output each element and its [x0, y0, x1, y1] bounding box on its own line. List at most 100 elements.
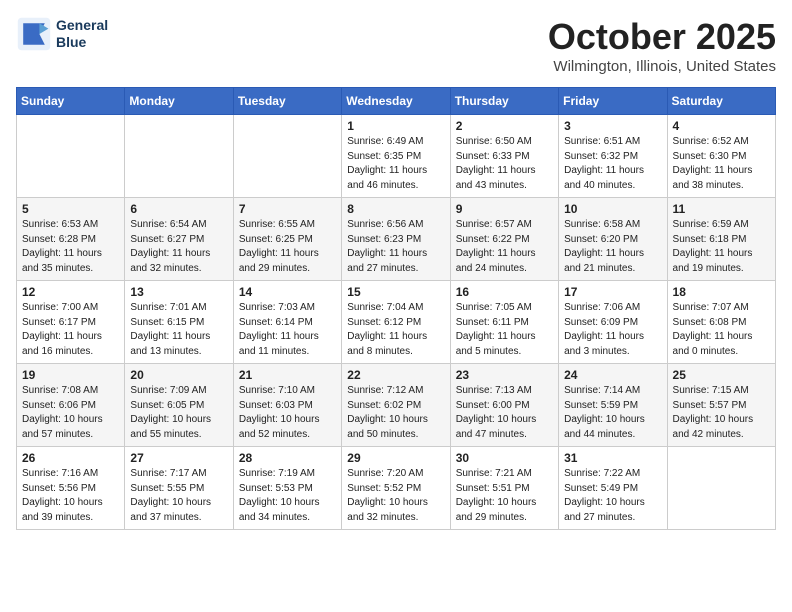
- day-cell: 24 Sunrise: 7:14 AM Sunset: 5:59 PM Dayli…: [559, 364, 667, 447]
- day-number: 4: [673, 119, 770, 133]
- day-cell: 1 Sunrise: 6:49 AM Sunset: 6:35 PM Daylig…: [342, 115, 450, 198]
- weekday-header-wednesday: Wednesday: [342, 88, 450, 115]
- day-cell: 14 Sunrise: 7:03 AM Sunset: 6:14 PM Dayli…: [233, 281, 341, 364]
- title-block: October 2025 Wilmington, Illinois, Unite…: [548, 16, 776, 75]
- day-info: Sunrise: 7:16 AM Sunset: 5:56 PM Dayligh…: [22, 467, 119, 525]
- weekday-header-friday: Friday: [559, 88, 667, 115]
- week-row-3: 12 Sunrise: 7:00 AM Sunset: 6:17 PM Dayli…: [17, 281, 776, 364]
- day-info: Sunrise: 6:56 AM Sunset: 6:23 PM Dayligh…: [347, 218, 444, 276]
- day-number: 11: [673, 202, 770, 216]
- weekday-header-sunday: Sunday: [17, 88, 125, 115]
- location: Wilmington, Illinois, United States: [548, 58, 776, 75]
- day-cell: [233, 115, 341, 198]
- day-info: Sunrise: 7:00 AM Sunset: 6:17 PM Dayligh…: [22, 301, 119, 359]
- day-info: Sunrise: 6:49 AM Sunset: 6:35 PM Dayligh…: [347, 135, 444, 193]
- day-cell: 30 Sunrise: 7:21 AM Sunset: 5:51 PM Dayli…: [450, 447, 558, 530]
- logo-icon: [16, 16, 52, 52]
- day-cell: 13 Sunrise: 7:01 AM Sunset: 6:15 PM Dayli…: [125, 281, 233, 364]
- day-info: Sunrise: 7:22 AM Sunset: 5:49 PM Dayligh…: [564, 467, 661, 525]
- day-cell: 4 Sunrise: 6:52 AM Sunset: 6:30 PM Daylig…: [667, 115, 775, 198]
- day-number: 21: [239, 368, 336, 382]
- day-number: 17: [564, 285, 661, 299]
- day-number: 20: [130, 368, 227, 382]
- day-info: Sunrise: 7:03 AM Sunset: 6:14 PM Dayligh…: [239, 301, 336, 359]
- logo-line2: Blue: [56, 34, 108, 51]
- day-cell: [667, 447, 775, 530]
- day-number: 13: [130, 285, 227, 299]
- day-info: Sunrise: 7:19 AM Sunset: 5:53 PM Dayligh…: [239, 467, 336, 525]
- day-cell: 7Sunrise: 6:55 AM Sunset: 6:25 PM Daylig…: [233, 198, 341, 281]
- day-cell: 3Sunrise: 6:51 AM Sunset: 6:32 PM Daylig…: [559, 115, 667, 198]
- day-info: Sunrise: 6:52 AM Sunset: 6:30 PM Dayligh…: [673, 135, 770, 193]
- week-row-4: 19 Sunrise: 7:08 AM Sunset: 6:06 PM Dayli…: [17, 364, 776, 447]
- day-cell: 8 Sunrise: 6:56 AM Sunset: 6:23 PM Daylig…: [342, 198, 450, 281]
- weekday-header-monday: Monday: [125, 88, 233, 115]
- day-info: Sunrise: 7:06 AM Sunset: 6:09 PM Dayligh…: [564, 301, 661, 359]
- day-cell: 10Sunrise: 6:58 AM Sunset: 6:20 PM Dayli…: [559, 198, 667, 281]
- day-info: Sunrise: 7:08 AM Sunset: 6:06 PM Dayligh…: [22, 384, 119, 442]
- day-cell: 5 Sunrise: 6:53 AM Sunset: 6:28 PM Daylig…: [17, 198, 125, 281]
- day-number: 8: [347, 202, 444, 216]
- day-number: 6: [130, 202, 227, 216]
- day-number: 24: [564, 368, 661, 382]
- weekday-header-thursday: Thursday: [450, 88, 558, 115]
- day-cell: 11 Sunrise: 6:59 AM Sunset: 6:18 PM Dayli…: [667, 198, 775, 281]
- day-number: 18: [673, 285, 770, 299]
- day-number: 29: [347, 451, 444, 465]
- day-cell: 16 Sunrise: 7:05 AM Sunset: 6:11 PM Dayli…: [450, 281, 558, 364]
- day-cell: 18 Sunrise: 7:07 AM Sunset: 6:08 PM Dayli…: [667, 281, 775, 364]
- week-row-1: 1 Sunrise: 6:49 AM Sunset: 6:35 PM Daylig…: [17, 115, 776, 198]
- day-number: 23: [456, 368, 553, 382]
- day-number: 26: [22, 451, 119, 465]
- day-info: Sunrise: 7:10 AM Sunset: 6:03 PM Dayligh…: [239, 384, 336, 442]
- day-info: Sunrise: 6:50 AM Sunset: 6:33 PM Dayligh…: [456, 135, 553, 193]
- day-cell: 20Sunrise: 7:09 AM Sunset: 6:05 PM Dayli…: [125, 364, 233, 447]
- day-info: Sunrise: 7:01 AM Sunset: 6:15 PM Dayligh…: [130, 301, 227, 359]
- day-number: 19: [22, 368, 119, 382]
- calendar-table: SundayMondayTuesdayWednesdayThursdayFrid…: [16, 87, 776, 530]
- day-number: 2: [456, 119, 553, 133]
- day-number: 1: [347, 119, 444, 133]
- weekday-header-tuesday: Tuesday: [233, 88, 341, 115]
- day-number: 15: [347, 285, 444, 299]
- day-number: 5: [22, 202, 119, 216]
- day-cell: 9Sunrise: 6:57 AM Sunset: 6:22 PM Daylig…: [450, 198, 558, 281]
- week-row-2: 5 Sunrise: 6:53 AM Sunset: 6:28 PM Daylig…: [17, 198, 776, 281]
- day-cell: 15 Sunrise: 7:04 AM Sunset: 6:12 PM Dayli…: [342, 281, 450, 364]
- logo-text: General Blue: [56, 17, 108, 51]
- day-info: Sunrise: 7:21 AM Sunset: 5:51 PM Dayligh…: [456, 467, 553, 525]
- day-number: 9: [456, 202, 553, 216]
- day-info: Sunrise: 7:13 AM Sunset: 6:00 PM Dayligh…: [456, 384, 553, 442]
- day-number: 3: [564, 119, 661, 133]
- week-row-5: 26 Sunrise: 7:16 AM Sunset: 5:56 PM Dayli…: [17, 447, 776, 530]
- logo: General Blue: [16, 16, 108, 52]
- day-info: Sunrise: 7:07 AM Sunset: 6:08 PM Dayligh…: [673, 301, 770, 359]
- day-info: Sunrise: 7:14 AM Sunset: 5:59 PM Dayligh…: [564, 384, 661, 442]
- day-cell: 25Sunrise: 7:15 AM Sunset: 5:57 PM Dayli…: [667, 364, 775, 447]
- weekday-header-saturday: Saturday: [667, 88, 775, 115]
- day-info: Sunrise: 6:59 AM Sunset: 6:18 PM Dayligh…: [673, 218, 770, 276]
- day-info: Sunrise: 6:55 AM Sunset: 6:25 PM Dayligh…: [239, 218, 336, 276]
- day-cell: 12 Sunrise: 7:00 AM Sunset: 6:17 PM Dayli…: [17, 281, 125, 364]
- day-number: 16: [456, 285, 553, 299]
- day-cell: [17, 115, 125, 198]
- day-info: Sunrise: 6:53 AM Sunset: 6:28 PM Dayligh…: [22, 218, 119, 276]
- day-info: Sunrise: 7:05 AM Sunset: 6:11 PM Dayligh…: [456, 301, 553, 359]
- day-number: 28: [239, 451, 336, 465]
- day-cell: 22Sunrise: 7:12 AM Sunset: 6:02 PM Dayli…: [342, 364, 450, 447]
- day-info: Sunrise: 7:04 AM Sunset: 6:12 PM Dayligh…: [347, 301, 444, 359]
- day-cell: 28 Sunrise: 7:19 AM Sunset: 5:53 PM Dayli…: [233, 447, 341, 530]
- day-cell: [125, 115, 233, 198]
- day-cell: 21 Sunrise: 7:10 AM Sunset: 6:03 PM Dayli…: [233, 364, 341, 447]
- month-title: October 2025: [548, 16, 776, 58]
- day-number: 30: [456, 451, 553, 465]
- day-number: 14: [239, 285, 336, 299]
- day-number: 25: [673, 368, 770, 382]
- day-number: 31: [564, 451, 661, 465]
- day-cell: 23 Sunrise: 7:13 AM Sunset: 6:00 PM Dayli…: [450, 364, 558, 447]
- day-cell: 19 Sunrise: 7:08 AM Sunset: 6:06 PM Dayli…: [17, 364, 125, 447]
- day-cell: 31 Sunrise: 7:22 AM Sunset: 5:49 PM Dayli…: [559, 447, 667, 530]
- day-info: Sunrise: 7:20 AM Sunset: 5:52 PM Dayligh…: [347, 467, 444, 525]
- day-number: 12: [22, 285, 119, 299]
- day-info: Sunrise: 7:12 AM Sunset: 6:02 PM Dayligh…: [347, 384, 444, 442]
